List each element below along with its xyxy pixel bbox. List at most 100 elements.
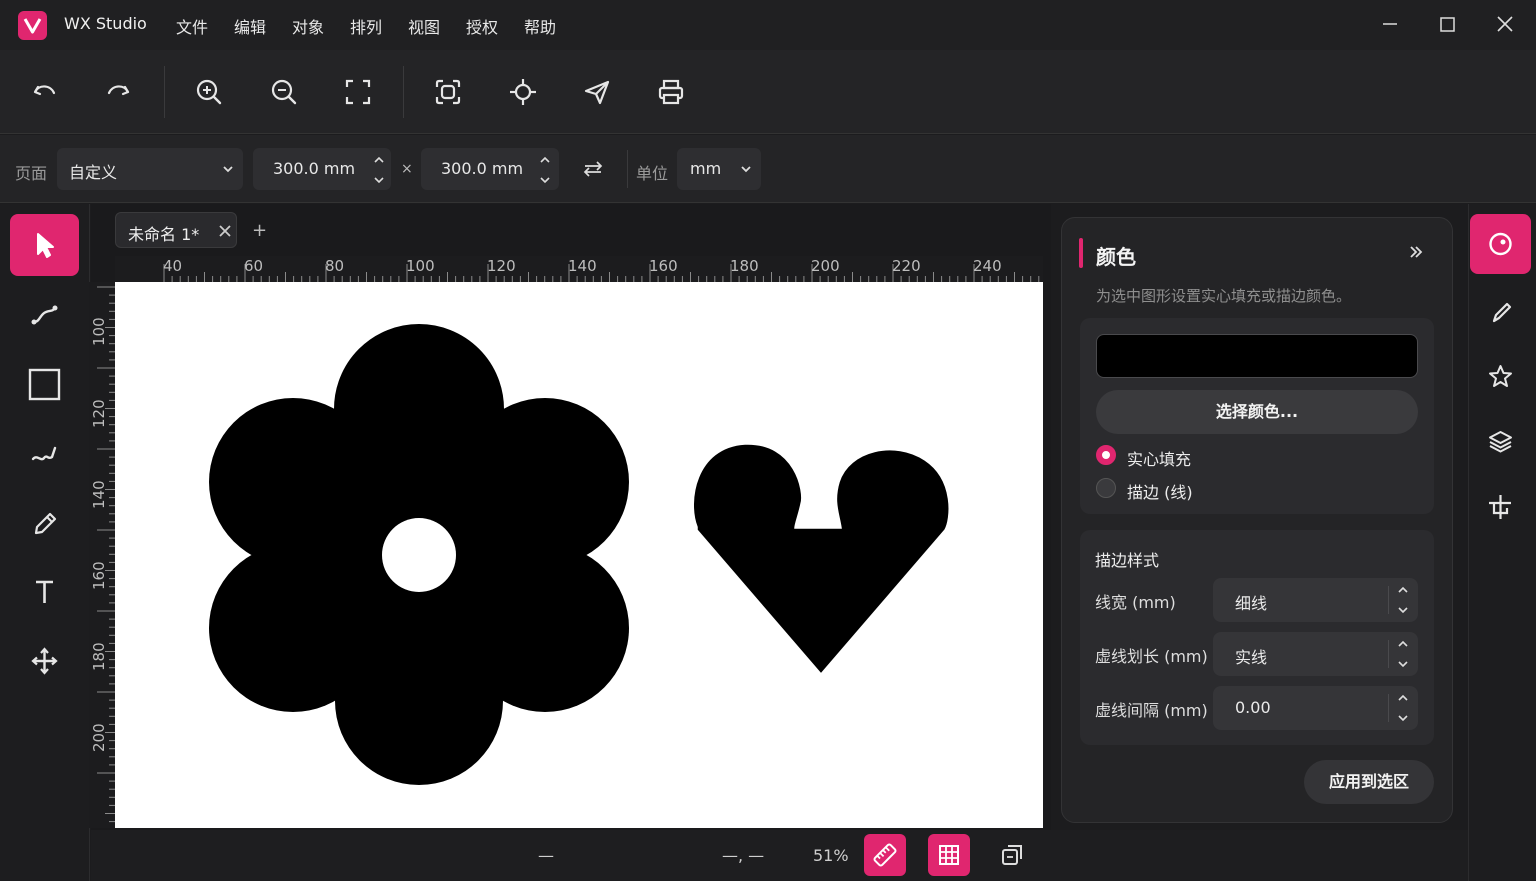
layers-panel-tab[interactable] [1470, 411, 1531, 471]
chevron-up-icon[interactable] [537, 152, 553, 166]
close-button[interactable] [1485, 8, 1525, 42]
page-width-value: 300.0 mm [273, 159, 356, 178]
status-left-text: — [538, 846, 554, 865]
pick-color-button[interactable]: 选择颜色... [1096, 390, 1418, 434]
rectangle-tool[interactable] [10, 353, 79, 415]
ruler-label: 100 [406, 257, 435, 275]
pencil-tool[interactable] [10, 491, 79, 553]
toolbar-divider [164, 66, 165, 118]
favorites-panel-tab[interactable] [1470, 346, 1531, 406]
grid-icon [939, 845, 959, 865]
collapse-panel-icon[interactable] [1404, 240, 1428, 264]
status-bar [91, 830, 1468, 881]
line-width-label: 线宽 (mm) [1095, 593, 1176, 612]
bezier-tool[interactable] [10, 284, 79, 346]
unit-select[interactable]: mm [677, 148, 761, 190]
times-sign: × [401, 161, 413, 177]
menu-arrange[interactable]: 排列 [350, 14, 382, 38]
app-logo-icon [18, 11, 47, 40]
panel-description: 为选中图形设置实心填充或描边颜色。 [1096, 287, 1352, 305]
zoom-in-icon[interactable] [187, 70, 231, 114]
drawing-canvas[interactable] [115, 282, 1043, 828]
ruler-label: 120 [90, 399, 108, 428]
ruler-label: 140 [568, 257, 597, 275]
zoom-level: 51% [813, 846, 849, 865]
ruler-label: 180 [730, 257, 759, 275]
pencil-icon [34, 512, 57, 535]
dash-length-value: 实线 [1235, 648, 1268, 667]
ruler-label: 160 [90, 561, 108, 590]
ruler-label: 160 [649, 257, 678, 275]
panel-accent-bar [1079, 238, 1083, 268]
document-tab[interactable]: 未命名 1* [115, 212, 237, 248]
ruler-icon [873, 843, 897, 867]
move-tool[interactable] [10, 630, 79, 692]
zoom-out-icon[interactable] [262, 70, 306, 114]
unit-label: 单位 [636, 164, 669, 183]
color-panel-tab[interactable] [1470, 214, 1531, 274]
color-swatch[interactable] [1096, 334, 1418, 378]
menu-file[interactable]: 文件 [176, 14, 208, 38]
menu-object[interactable]: 对象 [292, 14, 324, 38]
fit-selection-icon[interactable] [426, 70, 470, 114]
ruler-label: 120 [487, 257, 516, 275]
undo-icon[interactable] [23, 70, 67, 114]
chevron-down-icon[interactable] [1395, 711, 1411, 725]
ruler-label: 100 [90, 317, 108, 346]
page-preset-select[interactable]: 自定义 [57, 148, 243, 190]
page-height-value: 300.0 mm [441, 159, 524, 178]
page-height-input[interactable]: 300.0 mm [421, 148, 559, 190]
page-width-input[interactable]: 300.0 mm [253, 148, 391, 190]
ruler-label: 80 [325, 257, 345, 275]
freehand-tool[interactable] [10, 422, 79, 484]
apply-to-selection-button[interactable]: 应用到选区 [1304, 760, 1434, 804]
cursor-coordinates: —, — [722, 846, 765, 865]
menu-license[interactable]: 授权 [466, 14, 498, 38]
close-tab-icon[interactable] [218, 224, 232, 238]
line-width-input[interactable]: 细线 [1213, 578, 1418, 622]
brush-panel-tab[interactable] [1470, 283, 1531, 343]
chevron-down-icon[interactable] [1395, 657, 1411, 671]
stroke-radio[interactable] [1096, 478, 1116, 498]
select-tool[interactable] [10, 214, 79, 276]
crop-icon [1489, 495, 1511, 519]
dash-gap-input[interactable]: 0.00 [1213, 686, 1418, 730]
flower-shape[interactable] [209, 324, 629, 785]
chevron-down-icon[interactable] [1395, 603, 1411, 617]
send-icon[interactable] [575, 70, 619, 114]
page-label: 页面 [15, 164, 48, 183]
add-tab-button[interactable]: + [252, 220, 267, 241]
menu-view[interactable]: 视图 [408, 14, 440, 38]
snap-toggle-button[interactable] [991, 834, 1033, 876]
document-tab-label: 未命名 1* [128, 225, 200, 244]
swap-icon[interactable] [579, 157, 607, 181]
chevron-up-icon[interactable] [371, 152, 387, 166]
color-icon [1489, 232, 1512, 256]
dash-length-input[interactable]: 实线 [1213, 632, 1418, 676]
menu-edit[interactable]: 编辑 [234, 14, 266, 38]
menu-help[interactable]: 帮助 [524, 14, 556, 38]
chevron-down-icon[interactable] [371, 172, 387, 186]
crop-panel-tab[interactable] [1470, 477, 1531, 537]
stroke-section-title: 描边样式 [1095, 551, 1160, 570]
print-icon[interactable] [649, 70, 693, 114]
panel-title: 颜色 [1096, 245, 1136, 269]
grid-toggle-button[interactable] [928, 834, 970, 876]
ruler-label: 200 [811, 257, 840, 275]
heart-shape[interactable] [692, 443, 950, 676]
center-icon[interactable] [501, 70, 545, 114]
star-icon [1489, 365, 1512, 387]
chevron-down-icon[interactable] [537, 172, 553, 186]
move-icon [31, 647, 58, 675]
maximize-button[interactable] [1427, 8, 1467, 42]
chevron-up-icon[interactable] [1395, 637, 1411, 651]
ruler-toggle-button[interactable] [864, 834, 906, 876]
chevron-up-icon[interactable] [1395, 691, 1411, 705]
text-tool[interactable] [10, 561, 79, 623]
fill-radio[interactable] [1096, 445, 1116, 465]
pointer-icon [37, 233, 54, 258]
minimize-button[interactable] [1370, 8, 1410, 42]
fit-page-icon[interactable] [336, 70, 380, 114]
redo-icon[interactable] [96, 70, 140, 114]
chevron-up-icon[interactable] [1395, 583, 1411, 597]
